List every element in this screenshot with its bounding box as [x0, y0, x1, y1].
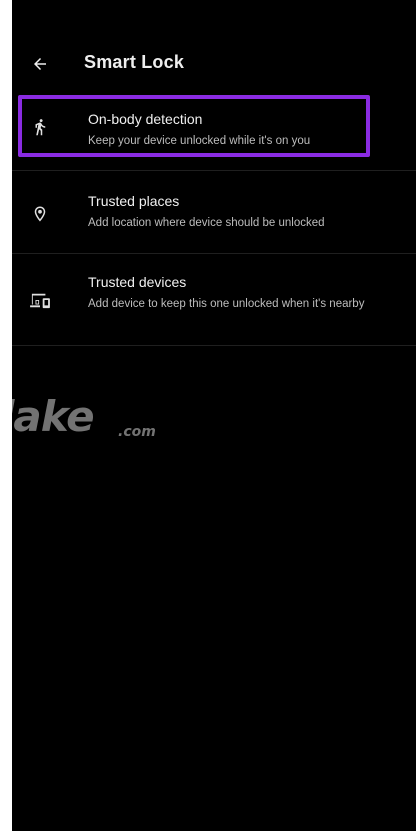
arrow-left-icon: [34, 58, 46, 70]
page-title: Smart Lock: [84, 52, 185, 72]
item-subtitle: Add device to keep this one unlocked whe…: [88, 298, 365, 310]
app-bar: Smart Lock: [12, 40, 416, 88]
item-subtitle: Add location where device should be unlo…: [88, 217, 325, 229]
divider: [12, 253, 416, 254]
item-title: Trusted places: [88, 193, 180, 209]
divider: [12, 345, 416, 346]
item-title: Trusted devices: [88, 274, 187, 290]
list-item-trusted-places[interactable]: Trusted places Add location where device…: [12, 178, 416, 248]
item-subtitle: Keep your device unlocked while it's on …: [88, 135, 311, 147]
watermark-text: lake: [12, 392, 95, 441]
devices-icon: [26, 286, 54, 314]
divider: [12, 170, 416, 171]
location-pin-icon: [26, 200, 54, 228]
list-item-on-body-detection[interactable]: On-body detection Keep your device unloc…: [12, 95, 416, 165]
phone-screen: Smart Lock On-body detection Keep your d…: [12, 0, 416, 831]
item-title: On-body detection: [88, 111, 203, 127]
list-item-trusted-devices[interactable]: Trusted devices Add device to keep this …: [12, 260, 416, 344]
watermark: lake .com: [12, 392, 170, 452]
walking-person-icon: [26, 113, 54, 141]
back-button[interactable]: [26, 50, 54, 78]
watermark-suffix: .com: [118, 424, 156, 440]
